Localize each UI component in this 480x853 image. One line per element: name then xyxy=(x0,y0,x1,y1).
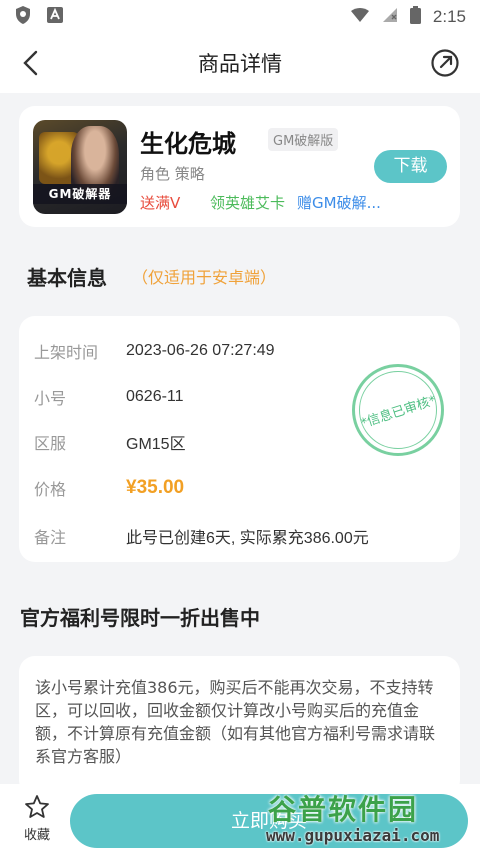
info-row-listing-time: 上架时间 2023-06-26 07:27:49 xyxy=(34,339,275,363)
watermark-url: www.gupuxiazai.com xyxy=(266,826,440,845)
thumbnail-caption: GM破解器 xyxy=(33,184,127,204)
verified-stamp: *信息已审核* xyxy=(352,364,444,456)
info-row-server: 区服 GM15区 xyxy=(34,430,186,454)
favorite-button[interactable]: 收藏 xyxy=(13,794,61,846)
verified-stamp-text: *信息已审核* xyxy=(359,392,439,432)
game-thumbnail: GM破解器 xyxy=(33,120,127,214)
game-version-badge: GM破解版 xyxy=(268,128,339,151)
info-value: GM15区 xyxy=(126,436,186,453)
watermark-title: 谷普软件园 xyxy=(268,793,419,826)
game-name: 生化危城 xyxy=(140,130,236,158)
wifi-icon xyxy=(350,7,370,27)
share-icon xyxy=(431,49,459,77)
basic-info-title: 基本信息 xyxy=(27,266,107,290)
info-value: 2023-06-26 07:27:49 xyxy=(126,342,275,359)
info-value: 0626-11 xyxy=(126,388,184,405)
android-only-note: （仅适用于安卓端） xyxy=(132,268,277,287)
info-row-remark: 备注 此号已创建6天, 实际累充386.00元 xyxy=(34,524,369,548)
description-text: 该小号累计充值386元，购买后不能再次交易，不支持转区，可以回收，回收金额仅计算… xyxy=(35,678,436,766)
page-title: 商品详情 xyxy=(198,53,282,76)
info-label: 备注 xyxy=(34,528,67,547)
signal-icon xyxy=(382,7,398,27)
perk-tag: 赠GM破解... xyxy=(297,194,381,212)
info-value: 此号已创建6天, 实际累充386.00元 xyxy=(126,530,369,547)
game-card[interactable]: GM破解器 生化危城 GM破解版 角色 策略 送满V 领英雄艾卡 赠GM破解..… xyxy=(19,106,460,227)
watermark: 谷普软件园 www.gupuxiazai.com xyxy=(262,786,478,848)
top-navigation-bar: 商品详情 xyxy=(0,33,480,93)
star-icon xyxy=(25,795,49,818)
download-button[interactable]: 下载 xyxy=(374,150,447,183)
battery-icon xyxy=(409,5,421,28)
shield-icon xyxy=(14,5,32,29)
perk-tag: 领英雄艾卡 xyxy=(210,194,286,212)
status-time: 2:15 xyxy=(432,6,466,26)
share-button[interactable] xyxy=(428,46,462,80)
info-label: 价格 xyxy=(34,480,67,499)
info-row-price: 价格 ¥35.00 xyxy=(34,476,184,500)
info-label: 上架时间 xyxy=(34,343,99,362)
chevron-left-icon xyxy=(23,50,38,76)
info-label: 区服 xyxy=(34,434,67,453)
promo-title: 官方福利号限时一折出售中 xyxy=(20,606,260,630)
info-label: 小号 xyxy=(34,389,67,408)
price-value: ¥35.00 xyxy=(126,477,185,498)
back-button[interactable] xyxy=(14,46,48,80)
info-row-account: 小号 0626-11 xyxy=(34,385,184,409)
basic-info-card: 上架时间 2023-06-26 07:27:49 小号 0626-11 区服 G… xyxy=(19,316,460,562)
app-notification-icon xyxy=(46,6,64,28)
perk-tag: 送满V xyxy=(140,194,181,212)
favorite-label: 收藏 xyxy=(23,828,50,843)
description-card: 该小号累计充值386元，购买后不能再次交易，不支持转区，可以回收，回收金额仅计算… xyxy=(19,656,460,796)
status-bar: 2:15 xyxy=(0,0,480,33)
game-category: 角色 策略 xyxy=(140,165,205,183)
